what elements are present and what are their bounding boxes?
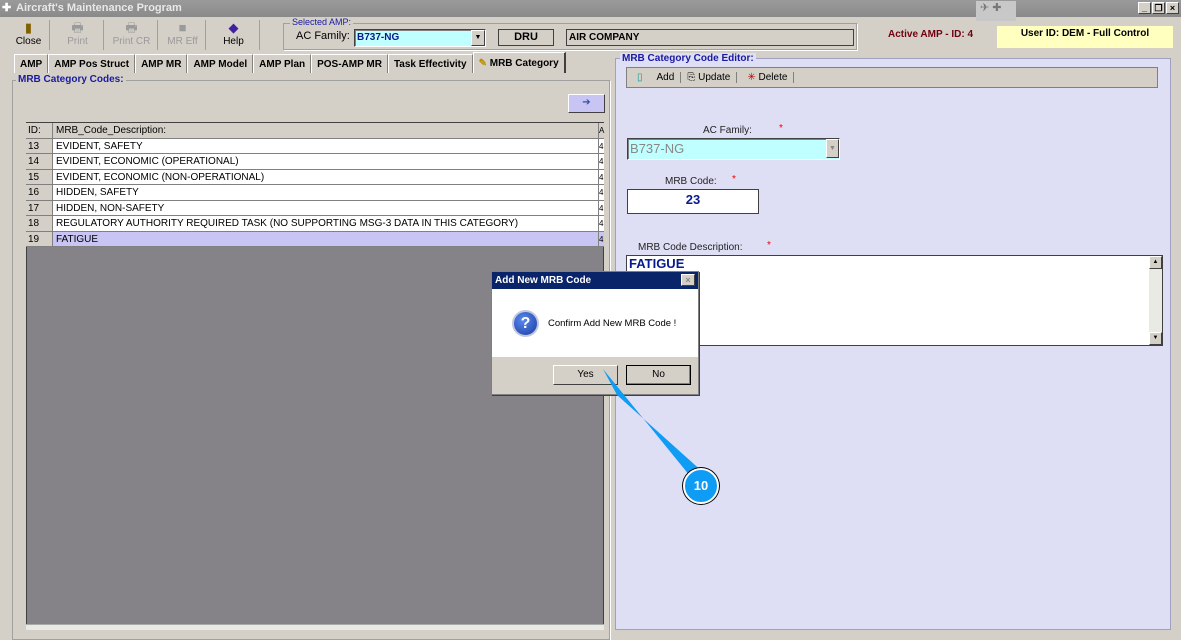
- callout-pointer: [603, 369, 705, 476]
- step-callout-badge: 10: [683, 468, 719, 504]
